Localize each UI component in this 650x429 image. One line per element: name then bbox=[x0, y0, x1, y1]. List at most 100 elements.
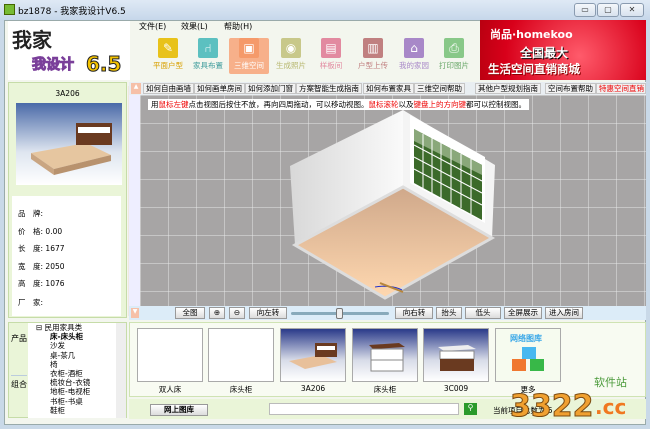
thumbnail[interactable] bbox=[208, 328, 274, 382]
help-tab-promo[interactable]: 特惠空间直销 bbox=[596, 83, 646, 94]
help-tab[interactable]: 三维空间帮助 bbox=[414, 83, 465, 94]
tree-item[interactable]: 沙发 bbox=[36, 341, 116, 350]
thumbnail[interactable] bbox=[137, 328, 203, 382]
navigation-hint: 用鼠标左键点击视图后按住不放，再向四周拖动，可以移动视图。鼠标滚轮以及键盘上的方… bbox=[148, 99, 529, 110]
rotate-left-button[interactable]: 向左转 bbox=[249, 307, 287, 319]
tree-item[interactable]: 桌-茶几 bbox=[36, 351, 116, 360]
zoom-out-icon[interactable]: ⊖ bbox=[229, 307, 245, 319]
product-name: 3A206 bbox=[55, 89, 80, 98]
collapse-down-icon[interactable]: ▼ bbox=[131, 308, 139, 318]
tool-photo[interactable]: ◉ 生成照片 bbox=[271, 38, 311, 71]
minimize-button[interactable]: ▭ bbox=[574, 3, 596, 17]
bottom-bar: 网上图库 ⚲ 当前项目总数为 5 bbox=[129, 399, 646, 419]
field-label: 厂 家: bbox=[18, 298, 44, 307]
tree-scrollbar[interactable] bbox=[116, 323, 126, 418]
view-controls: ▼ 全图 ⊕ ⊖ 向左转 向右转 抬头 低头 全屏展示 进入房间 bbox=[129, 306, 646, 320]
category-tree: ⊟ 民用家具类 床-床头柜 沙发 桌-茶几 椅 衣柜-酒柜 梳妆台-衣镜 地柜-… bbox=[28, 323, 116, 418]
help-tab[interactable]: 方案智能生成指南 bbox=[296, 83, 362, 94]
look-up-button[interactable]: 抬头 bbox=[436, 307, 462, 319]
tool-3d-space[interactable]: ▣ 三维空间 bbox=[229, 38, 269, 74]
thumbnail[interactable] bbox=[352, 328, 418, 382]
room-icon: ▤ bbox=[321, 38, 341, 58]
thumbnail-label: 3C009 bbox=[443, 384, 469, 393]
search-input[interactable] bbox=[269, 403, 459, 415]
zoom-in-icon[interactable]: ⊕ bbox=[209, 307, 225, 319]
thumbnail-label: 床头柜 bbox=[229, 385, 253, 394]
close-button[interactable]: ✕ bbox=[620, 3, 644, 17]
product-info: 品 牌: 价 格: 0.00 长 度: 1677 宽 度: 2050 高 度: … bbox=[12, 196, 121, 316]
search-icon[interactable]: ⚲ bbox=[464, 403, 477, 415]
app-icon bbox=[4, 4, 15, 15]
help-tab[interactable]: 如何画单房间 bbox=[194, 83, 245, 94]
thumbnail-label: 3A206 bbox=[300, 384, 326, 393]
tool-showroom[interactable]: ▤ 样板间 bbox=[311, 38, 351, 71]
help-tab[interactable]: 如何添加门窗 bbox=[245, 83, 296, 94]
look-down-button[interactable]: 低头 bbox=[465, 307, 501, 319]
tree-item[interactable]: 书柜-书桌 bbox=[36, 397, 116, 406]
field-label: 品 牌: bbox=[18, 209, 44, 218]
field-label: 宽 度: bbox=[18, 262, 44, 271]
tool-floor-plan[interactable]: ✎ 平面户型 bbox=[148, 38, 188, 71]
network-library-tile[interactable]: 网络图库 bbox=[495, 328, 561, 382]
product-image bbox=[16, 103, 122, 185]
status-text: 当前项目总数为 5 bbox=[493, 406, 553, 415]
help-tab[interactable]: 其他户型规划指南 bbox=[475, 83, 541, 94]
field-value: 1677 bbox=[45, 244, 65, 253]
help-tab[interactable]: 空间布置帮助 bbox=[545, 83, 596, 94]
banner-brand: 尚品·homekoo bbox=[490, 28, 573, 41]
slider-thumb[interactable] bbox=[336, 308, 343, 319]
printer-icon: ⎙ bbox=[444, 38, 464, 58]
help-tabs: ▲ 如何自由画墙 如何画单房间 如何添加门窗 方案智能生成指南 如何布置家具 三… bbox=[129, 82, 646, 95]
maximize-button[interactable]: ▢ bbox=[597, 3, 619, 17]
menu-file[interactable]: 文件(E) bbox=[139, 21, 166, 32]
full-view-button[interactable]: 全图 bbox=[175, 307, 205, 319]
svg-text:我设计: 我设计 bbox=[32, 56, 74, 73]
thumbnail-label: 双人床 bbox=[158, 385, 182, 394]
help-tab[interactable]: 如何布置家具 bbox=[363, 83, 414, 94]
collapse-up-icon[interactable]: ▲ bbox=[131, 83, 141, 94]
thumbnail-label: 更多 bbox=[520, 385, 536, 394]
menu-effects[interactable]: 效果(L) bbox=[181, 21, 208, 32]
field-label: 长 度: bbox=[18, 244, 44, 253]
banner-line2: 生活空间直销商城 bbox=[488, 62, 580, 76]
network-library-label: 网络图库 bbox=[510, 334, 542, 343]
enter-room-button[interactable]: 进入房间 bbox=[545, 307, 583, 319]
thumbnail[interactable] bbox=[280, 328, 346, 382]
tab-products[interactable]: 产品 bbox=[11, 327, 27, 373]
thumbnail[interactable] bbox=[423, 328, 489, 382]
viewport-left-scroll[interactable] bbox=[129, 95, 140, 306]
thumbnail-label: 床头柜 bbox=[373, 385, 397, 394]
category-tree-panel: 产品 组合 ⊟ 民用家具类 床-床头柜 沙发 桌-茶几 椅 衣柜-酒柜 梳妆台-… bbox=[8, 322, 127, 418]
tab-combos[interactable]: 组合 bbox=[11, 375, 27, 417]
chair-icon: ⑁ bbox=[198, 38, 218, 58]
tree-item[interactable]: 鞋柜 bbox=[36, 406, 116, 415]
tree-item[interactable]: 地柜-电视柜 bbox=[36, 387, 116, 396]
pencil-icon: ✎ bbox=[158, 38, 178, 58]
tree-item[interactable]: 椅 bbox=[36, 360, 116, 369]
field-label: 高 度: bbox=[18, 279, 44, 288]
tree-item[interactable]: 床-床头柜 bbox=[36, 332, 116, 341]
menu-help[interactable]: 帮助(H) bbox=[224, 21, 252, 32]
tool-furniture[interactable]: ⑁ 家具布置 bbox=[188, 38, 228, 71]
help-tab[interactable]: 如何自由画墙 bbox=[143, 83, 194, 94]
cube-icon: ▣ bbox=[239, 38, 259, 58]
tree-item[interactable]: 衣柜-酒柜 bbox=[36, 369, 116, 378]
tool-upload[interactable]: ▥ 户型上传 bbox=[353, 38, 393, 71]
upload-icon: ▥ bbox=[363, 38, 383, 58]
tree-root[interactable]: ⊟ 民用家具类 bbox=[36, 323, 116, 332]
svg-text:我家: 我家 bbox=[12, 28, 53, 52]
ad-banner[interactable]: 尚品·homekoo 全国最大 生活空间直销商城 bbox=[480, 20, 646, 80]
furniture-thumbnails: 双人床 床头柜 3A206 床头柜 3C009 网络图库 更多 bbox=[129, 322, 646, 397]
tool-my-home[interactable]: ⌂ 我的家园 bbox=[394, 38, 434, 71]
camera-icon: ◉ bbox=[281, 38, 301, 58]
field-value: 2050 bbox=[45, 262, 65, 271]
field-value: 0.00 bbox=[45, 227, 63, 236]
fullscreen-button[interactable]: 全屏展示 bbox=[504, 307, 542, 319]
tool-print[interactable]: ⎙ 打印图片 bbox=[434, 38, 474, 71]
app-logo: 我家 我设计 6.5 bbox=[8, 21, 130, 80]
rotation-slider[interactable] bbox=[291, 308, 389, 319]
3d-viewport[interactable] bbox=[140, 95, 646, 306]
field-value: 1076 bbox=[45, 279, 65, 288]
rotate-right-button[interactable]: 向右转 bbox=[395, 307, 433, 319]
online-library-button[interactable]: 网上图库 bbox=[150, 404, 208, 416]
